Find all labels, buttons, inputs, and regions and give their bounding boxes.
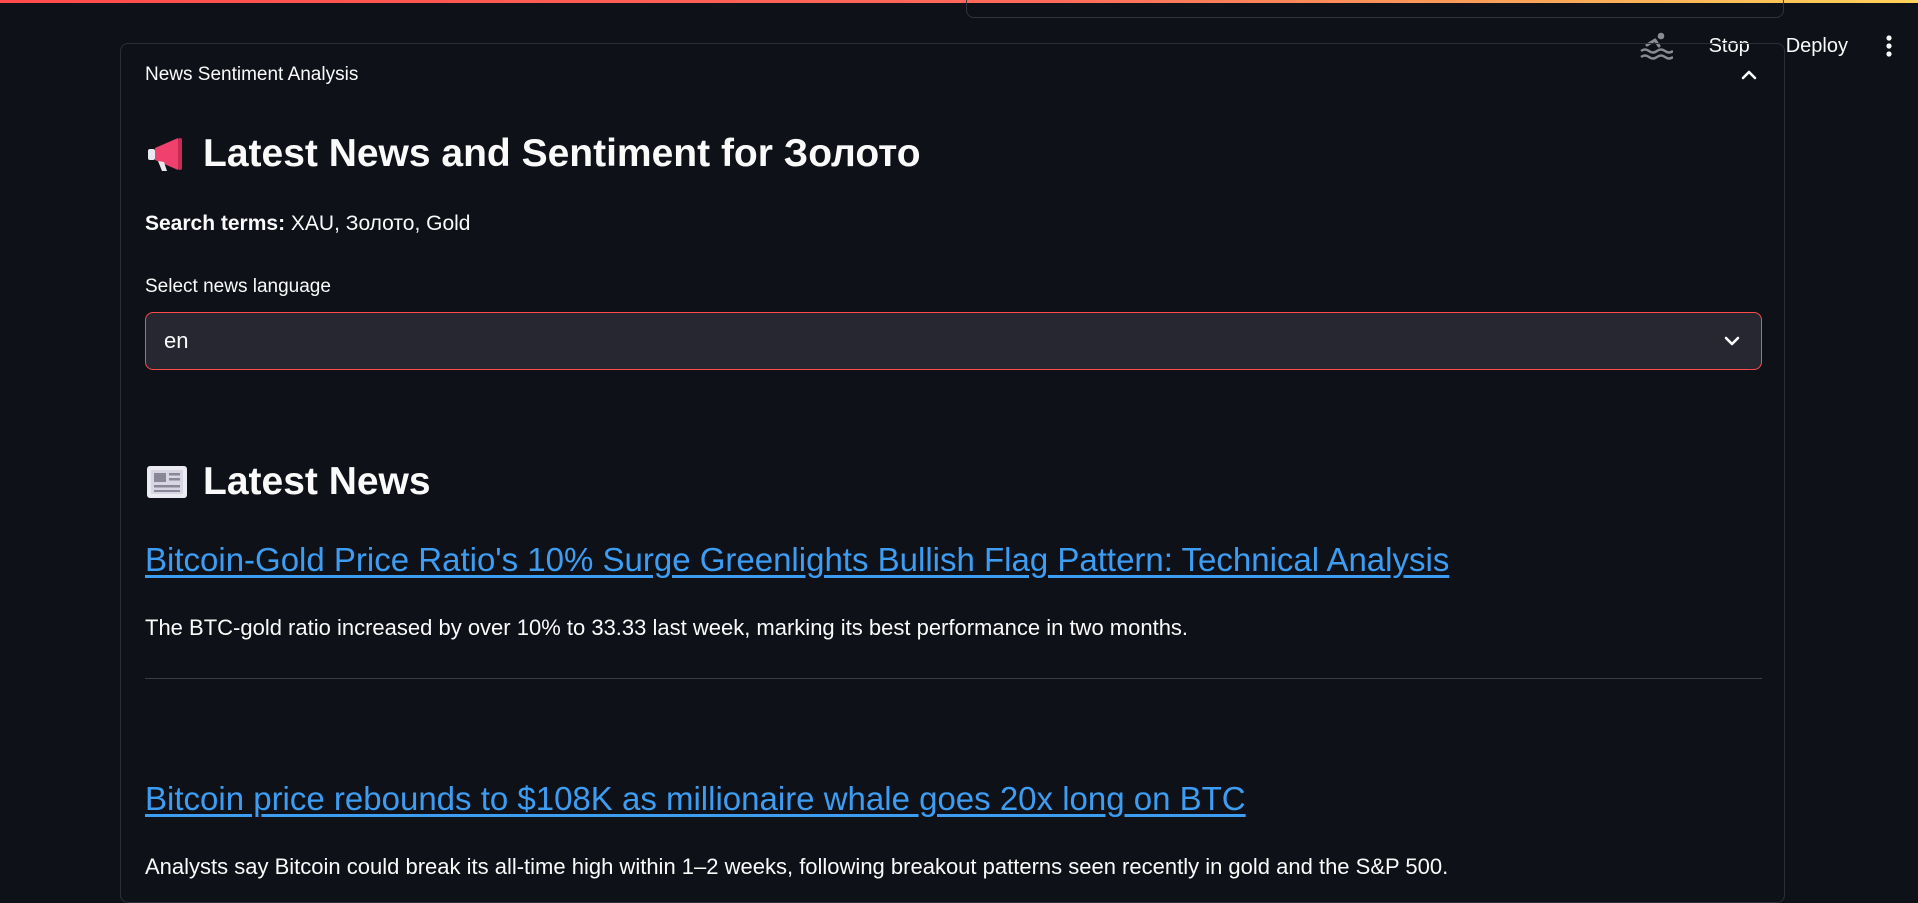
news-item-2-description: Analysts say Bitcoin could break its all… bbox=[145, 854, 1449, 879]
news-section-title-text: Latest News bbox=[203, 460, 431, 503]
news-item-1-title-link[interactable]: Bitcoin-Gold Price Ratio's 10% Surge Gre… bbox=[145, 541, 1449, 579]
expander-title: News Sentiment Analysis bbox=[145, 64, 359, 85]
search-terms: Search terms: XAU, Золото, Gold bbox=[145, 212, 470, 236]
news-sentiment-expander: News Sentiment Analysis Latest News and … bbox=[120, 43, 1785, 903]
page-title-text: Latest News and Sentiment for Золото bbox=[203, 132, 921, 175]
language-select-value: en bbox=[164, 328, 189, 353]
chevron-up-icon[interactable] bbox=[1738, 64, 1760, 86]
newspaper-icon bbox=[145, 459, 191, 505]
megaphone-icon bbox=[145, 131, 191, 177]
search-terms-label: Search terms: bbox=[145, 212, 286, 235]
previous-container bbox=[966, 0, 1784, 18]
language-select[interactable]: en bbox=[145, 312, 1762, 370]
news-section-title: Latest News bbox=[145, 459, 431, 505]
news-item-1-description: The BTC-gold ratio increased by over 10%… bbox=[145, 615, 1189, 640]
language-select-label: Select news language bbox=[145, 276, 331, 297]
search-terms-value: XAU, Золото, Gold bbox=[290, 212, 471, 235]
chevron-down-icon bbox=[1721, 330, 1743, 352]
page-title: Latest News and Sentiment for Золото bbox=[145, 131, 921, 177]
news-item-2-title-link[interactable]: Bitcoin price rebounds to $108K as milli… bbox=[145, 780, 1246, 818]
expander-header[interactable]: News Sentiment Analysis bbox=[145, 60, 1760, 90]
news-divider bbox=[145, 678, 1762, 679]
main-menu-icon[interactable] bbox=[1878, 30, 1900, 62]
deploy-button[interactable]: Deploy bbox=[1778, 31, 1856, 62]
